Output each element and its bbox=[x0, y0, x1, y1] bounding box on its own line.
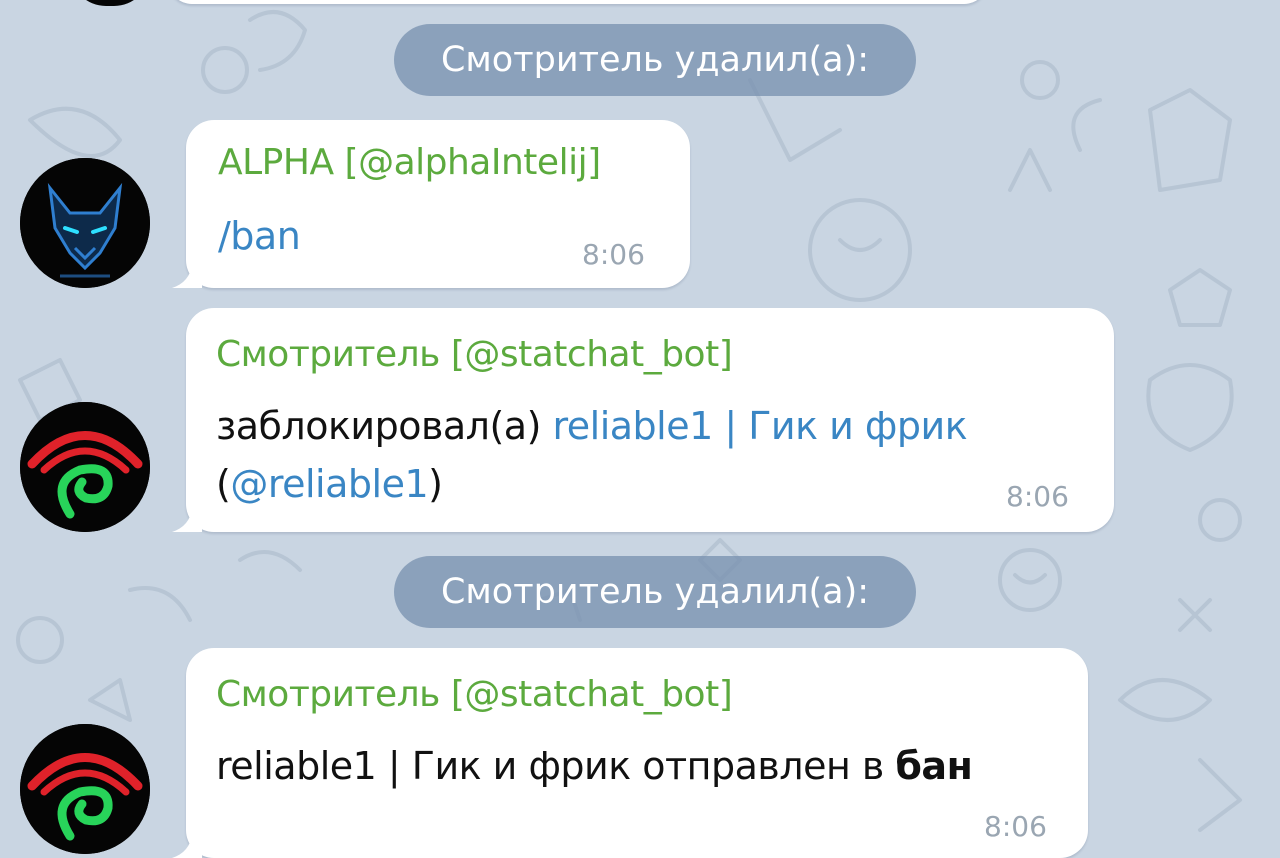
message-text: reliable1 | Гик и фрик отправлен в бан bbox=[216, 744, 973, 788]
avatar[interactable] bbox=[20, 724, 150, 854]
service-message: Смотритель удалил(а): bbox=[394, 556, 916, 628]
spiral-eye-avatar-icon bbox=[20, 402, 150, 532]
service-message-text: Смотритель удалил(а): bbox=[440, 40, 870, 80]
bubble-tail bbox=[172, 264, 202, 288]
sender-name[interactable]: ALPHA [@alphaIntelij] bbox=[218, 142, 601, 183]
spiral-eye-avatar-icon bbox=[20, 724, 150, 854]
username-link[interactable]: @reliable1 bbox=[230, 462, 428, 506]
paren-open: ( bbox=[216, 462, 231, 506]
service-message: Смотритель удалил(а): bbox=[394, 24, 916, 96]
message-bubble[interactable]: ALPHA [@alphaIntelij] /ban 8:06 bbox=[172, 120, 690, 288]
service-message-text: Смотритель удалил(а): bbox=[440, 572, 870, 612]
message-text-line-2: (@reliable1) bbox=[216, 462, 443, 506]
bot-command-link[interactable]: /ban bbox=[218, 214, 301, 258]
message-time: 8:06 bbox=[582, 238, 645, 271]
avatar[interactable] bbox=[20, 158, 150, 288]
message-text-plain: reliable1 | Гик и фрик отправлен в bbox=[216, 744, 896, 788]
message-text-line-1: заблокировал(а) reliable1 | Гик и фрик bbox=[216, 404, 968, 448]
sender-name[interactable]: Смотритель [@statchat_bot] bbox=[216, 674, 733, 715]
paren-close: ) bbox=[428, 462, 443, 506]
bubble-tail bbox=[172, 834, 202, 858]
wolf-avatar-icon bbox=[20, 158, 150, 288]
user-mention-link[interactable]: reliable1 | Гик и фрик bbox=[552, 404, 967, 448]
message-text: /ban bbox=[218, 214, 301, 258]
message-text: заблокировал(а) bbox=[216, 404, 553, 448]
message-time: 8:06 bbox=[984, 810, 1047, 843]
sender-name[interactable]: Смотритель [@statchat_bot] bbox=[216, 334, 733, 375]
message-time: 8:06 bbox=[1006, 480, 1069, 513]
message-text-bold: бан bbox=[895, 744, 973, 788]
message-bubble[interactable]: Смотритель [@statchat_bot] заблокировал(… bbox=[172, 308, 1114, 532]
message-bubble-partial bbox=[168, 0, 988, 4]
message-bubble[interactable]: Смотритель [@statchat_bot] reliable1 | Г… bbox=[172, 648, 1088, 858]
avatar[interactable] bbox=[20, 402, 150, 532]
bubble-tail bbox=[172, 508, 202, 532]
